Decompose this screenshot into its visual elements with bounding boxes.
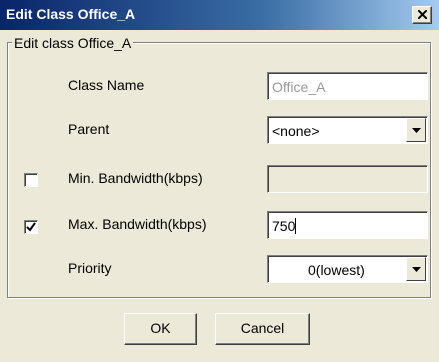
chevron-down-icon xyxy=(412,128,421,133)
ok-button[interactable]: OK xyxy=(124,313,197,345)
min-bandwidth-label: Min. Bandwidth(kbps) xyxy=(68,170,203,186)
parent-dropdown-button[interactable] xyxy=(406,118,426,142)
close-x-icon xyxy=(418,10,427,19)
cancel-button[interactable]: Cancel xyxy=(215,313,310,345)
min-bandwidth-field xyxy=(267,165,428,193)
priority-select-value: 0(lowest) xyxy=(308,262,365,278)
min-bandwidth-checkbox[interactable] xyxy=(24,173,38,187)
class-name-label: Class Name xyxy=(68,77,145,93)
parent-select[interactable]: <none> xyxy=(267,116,428,144)
max-bandwidth-checkbox[interactable] xyxy=(24,220,38,234)
class-name-field: Office_A xyxy=(267,72,428,100)
max-bandwidth-input[interactable]: 750 xyxy=(267,211,428,239)
groupbox-legend: Edit class Office_A xyxy=(12,35,134,51)
parent-label: Parent xyxy=(68,121,110,137)
max-bandwidth-label: Max. Bandwidth(kbps) xyxy=(68,216,207,232)
class-name-value: Office_A xyxy=(272,79,326,95)
text-caret xyxy=(295,218,297,234)
close-button[interactable] xyxy=(412,6,432,24)
window-title: Edit Class Office_A xyxy=(6,6,136,22)
max-bandwidth-value: 750 xyxy=(272,218,296,234)
title-bar: Edit Class Office_A xyxy=(0,0,439,30)
priority-select[interactable]: 0(lowest) xyxy=(267,255,428,283)
priority-dropdown-button[interactable] xyxy=(406,257,426,281)
checkmark-icon xyxy=(26,222,36,232)
chevron-down-icon xyxy=(412,267,421,272)
priority-label: Priority xyxy=(68,260,112,276)
parent-select-value: <none> xyxy=(272,123,320,139)
